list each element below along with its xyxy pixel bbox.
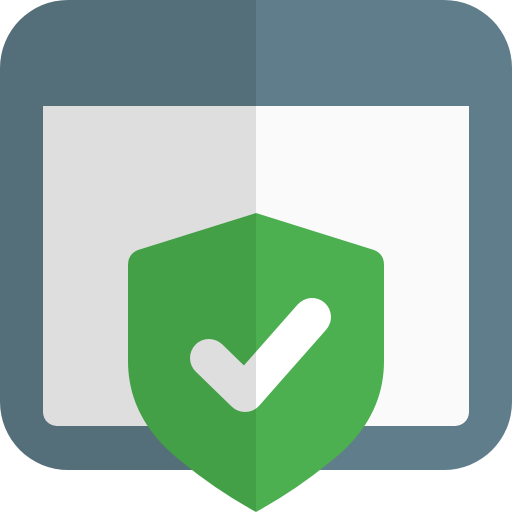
icon-canvas [0,0,512,512]
secure-browser-icon [0,0,512,512]
